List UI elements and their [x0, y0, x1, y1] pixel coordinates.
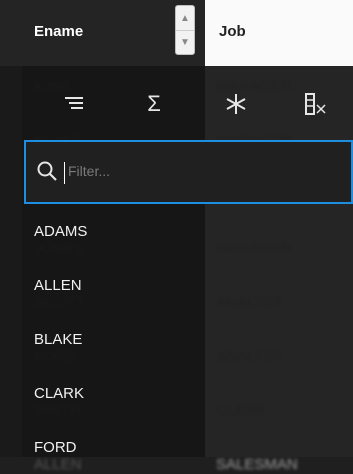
- menu-toolbar: Σ: [22, 66, 353, 140]
- freeze-icon[interactable]: [216, 86, 256, 122]
- column-menu: Σ Filter... ADAMS ALLEN BLAKE CLARK FORD: [22, 66, 353, 457]
- sort-control[interactable]: ▲ ▼: [175, 5, 195, 55]
- filter-placeholder[interactable]: Filter...: [68, 163, 110, 179]
- list-item[interactable]: BLAKE: [22, 312, 353, 366]
- list-item[interactable]: FORD: [22, 420, 353, 474]
- list-item[interactable]: CLARK: [22, 366, 353, 420]
- text-caret: [64, 162, 65, 184]
- clear-column-icon[interactable]: [296, 86, 336, 122]
- search-icon: [36, 160, 58, 187]
- filter-field[interactable]: Filter...: [24, 140, 353, 204]
- ename-header-label: Ename: [34, 23, 84, 40]
- list-item[interactable]: ALLEN: [22, 258, 353, 312]
- sort-ascending-icon[interactable]: ▲: [176, 6, 194, 31]
- sort-descending-icon[interactable]: ▼: [176, 30, 194, 54]
- sum-icon[interactable]: Σ: [134, 86, 174, 122]
- job-header-label: Job: [219, 23, 246, 40]
- list-item[interactable]: ADAMS: [22, 204, 353, 258]
- table-header: Ename Job ▲ ▼: [0, 0, 353, 66]
- align-icon[interactable]: [54, 86, 94, 122]
